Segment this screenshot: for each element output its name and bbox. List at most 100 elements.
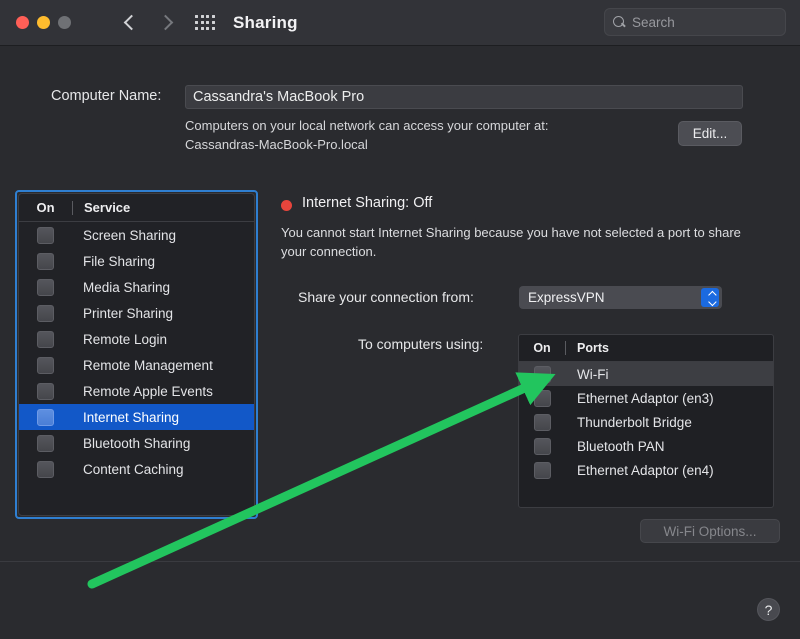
checkbox-icon	[37, 226, 54, 244]
services-rows: Screen Sharing File Sharing Media Sharing P…	[19, 222, 254, 482]
internet-sharing-warning: You cannot start Internet Sharing becaus…	[281, 225, 741, 259]
wifi-options-button[interactable]: Wi-Fi Options...	[640, 519, 780, 543]
service-checkbox[interactable]	[19, 330, 72, 348]
checkbox-icon	[533, 461, 551, 479]
port-label: Ethernet Adaptor (en3)	[577, 390, 714, 406]
port-row[interactable]: Bluetooth PAN	[519, 434, 773, 458]
port-label: Ethernet Adaptor (en4)	[577, 462, 714, 478]
port-checkbox[interactable]	[519, 389, 565, 407]
zoom-button[interactable]	[58, 16, 71, 29]
footer-divider	[0, 561, 800, 562]
port-row[interactable]: Thunderbolt Bridge	[519, 410, 773, 434]
page-title: Sharing	[233, 12, 298, 32]
computer-name-help-line2: Cassandras-MacBook-Pro.local	[185, 137, 368, 152]
port-row[interactable]: Wi-Fi	[519, 362, 773, 386]
checkbox-icon	[37, 252, 54, 270]
chevron-updown-icon	[701, 288, 719, 307]
service-checkbox[interactable]	[19, 252, 72, 270]
service-checkbox[interactable]	[19, 356, 72, 374]
traffic-light-group	[16, 16, 71, 29]
checkbox-icon	[533, 389, 551, 407]
service-row[interactable]: Remote Apple Events	[19, 378, 254, 404]
window-titlebar: Sharing	[0, 0, 800, 46]
checkbox-icon	[37, 408, 54, 426]
services-list[interactable]: On Service Screen Sharing File Sharing Med…	[18, 193, 255, 516]
service-row[interactable]: Bluetooth Sharing	[19, 430, 254, 456]
internet-sharing-status: Internet Sharing: Off	[302, 195, 433, 211]
service-row[interactable]: Internet Sharing	[19, 404, 254, 430]
service-checkbox[interactable]	[19, 408, 72, 426]
service-label: Remote Login	[83, 331, 168, 347]
port-row[interactable]: Ethernet Adaptor (en4)	[519, 458, 773, 482]
service-checkbox[interactable]	[19, 278, 72, 296]
checkbox-icon	[37, 382, 54, 400]
checkbox-icon	[37, 356, 54, 374]
port-checkbox[interactable]	[519, 461, 565, 479]
checkbox-icon	[37, 330, 54, 348]
service-label: Bluetooth Sharing	[83, 435, 191, 451]
minimize-button[interactable]	[37, 16, 50, 29]
port-checkbox[interactable]	[519, 365, 565, 383]
port-row[interactable]: Ethernet Adaptor (en3)	[519, 386, 773, 410]
search-field[interactable]	[604, 8, 800, 36]
back-button[interactable]	[117, 9, 145, 37]
share-from-value: ExpressVPN	[528, 290, 605, 305]
share-from-label: Share your connection from:	[298, 289, 474, 305]
computer-name-help: Computers on your local network can acce…	[185, 116, 665, 154]
chevron-right-icon	[157, 14, 173, 31]
service-label: Remote Management	[83, 357, 213, 373]
port-checkbox[interactable]	[519, 413, 565, 431]
checkbox-icon	[37, 278, 54, 296]
services-header-on: On	[36, 200, 55, 215]
service-checkbox[interactable]	[19, 382, 72, 400]
close-button[interactable]	[16, 16, 29, 29]
service-row[interactable]: Remote Login	[19, 326, 254, 352]
ports-header-on: On	[533, 341, 551, 355]
help-button[interactable]: ?	[757, 598, 780, 621]
checkbox-icon	[533, 365, 551, 383]
service-checkbox[interactable]	[19, 304, 72, 322]
service-row[interactable]: Content Caching	[19, 456, 254, 482]
service-label: Remote Apple Events	[83, 383, 213, 399]
checkbox-icon	[533, 413, 551, 431]
service-row[interactable]: Remote Management	[19, 352, 254, 378]
sharing-preferences-window: Sharing Computer Name: Computers on your…	[0, 0, 800, 639]
search-input[interactable]	[632, 14, 800, 30]
ports-rows: Wi-Fi Ethernet Adaptor (en3) Thunderbolt B…	[519, 362, 773, 482]
forward-button[interactable]	[151, 9, 179, 37]
service-label: Content Caching	[83, 461, 184, 477]
checkbox-icon	[37, 304, 54, 322]
ports-list[interactable]: On Ports Wi-Fi Ethernet Adaptor (en3) Thun…	[518, 334, 774, 508]
service-label: Media Sharing	[83, 279, 171, 295]
services-header-row: On Service	[19, 194, 254, 222]
checkbox-icon	[37, 460, 54, 478]
service-label: Internet Sharing	[83, 409, 180, 425]
service-label: Screen Sharing	[83, 227, 177, 243]
port-label: Wi-Fi	[577, 366, 609, 382]
service-row[interactable]: Printer Sharing	[19, 300, 254, 326]
service-row[interactable]: Screen Sharing	[19, 222, 254, 248]
service-checkbox[interactable]	[19, 460, 72, 478]
service-label: File Sharing	[83, 253, 156, 269]
edit-button[interactable]: Edit...	[678, 121, 742, 146]
computer-name-input[interactable]	[185, 85, 743, 109]
service-row[interactable]: File Sharing	[19, 248, 254, 274]
port-checkbox[interactable]	[519, 437, 565, 455]
ports-header-ports: Ports	[577, 341, 609, 355]
service-row[interactable]: Media Sharing	[19, 274, 254, 300]
chevron-left-icon	[123, 14, 139, 31]
service-checkbox[interactable]	[19, 226, 72, 244]
ports-header-row: On Ports	[519, 335, 773, 362]
grid-icon[interactable]	[195, 14, 215, 31]
port-label: Thunderbolt Bridge	[577, 414, 692, 430]
search-icon	[613, 15, 626, 29]
share-from-popup-button[interactable]: ExpressVPN	[519, 286, 722, 309]
checkbox-icon	[37, 434, 54, 452]
service-label: Printer Sharing	[83, 305, 174, 321]
status-indicator-dot	[281, 200, 292, 211]
computer-name-help-line1: Computers on your local network can acce…	[185, 118, 549, 133]
computer-name-label: Computer Name:	[51, 88, 162, 104]
service-checkbox[interactable]	[19, 434, 72, 452]
ports-label: To computers using:	[358, 336, 484, 352]
checkbox-icon	[533, 437, 551, 455]
